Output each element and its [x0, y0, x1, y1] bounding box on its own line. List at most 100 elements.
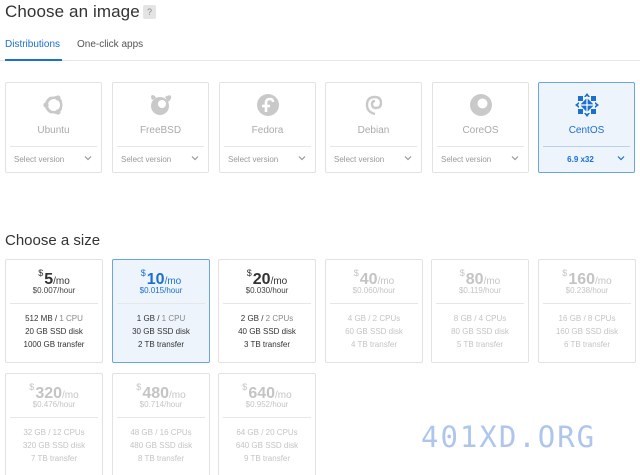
- plan-spec-label: transfer: [262, 340, 291, 349]
- plan-spec-line: 160 GB SSD disk: [539, 327, 635, 336]
- plan-spec-line: 48 GB / 16 CPUs: [130, 428, 192, 437]
- distro-card-ubuntu[interactable]: Ubuntu Select version: [5, 82, 102, 173]
- plan-spec-label: SSD disk: [263, 327, 296, 336]
- plan-spec-line: 16 GB / 8 CPUs: [558, 314, 616, 323]
- plan-spec-line: 32 GB / 12 CPUs: [23, 428, 85, 437]
- plan-hourly: $0.015/hour: [139, 286, 183, 295]
- plan-spec-value: 480 GB: [129, 441, 157, 450]
- chevron-down-icon[interactable]: [83, 153, 93, 163]
- divider: [10, 303, 98, 304]
- plan-spec-value: 8 TB: [137, 454, 155, 463]
- version-select[interactable]: Select version: [14, 155, 64, 164]
- plan-spec-value: 60 GB: [345, 327, 368, 336]
- plan-hourly: $0.952/hour: [245, 400, 289, 409]
- plan-spec-line: 512 MB / 1 CPU: [25, 314, 83, 323]
- plan-spec-label: SSD disk: [159, 441, 193, 450]
- fedora-icon: [220, 91, 315, 119]
- plan-spec-line: 6 TB transfer: [539, 340, 635, 349]
- plan-spec-label: SSD disk: [370, 327, 403, 336]
- plan-price-currency: $: [459, 268, 465, 278]
- plan-spec-value: 2 TB: [137, 340, 155, 349]
- debian-icon: [326, 91, 421, 119]
- chevron-down-icon[interactable]: [403, 153, 413, 163]
- divider: [117, 146, 204, 147]
- plan-spec-label: 4 CPUs: [478, 314, 507, 323]
- divider: [437, 146, 524, 147]
- watermark: 401XD.ORG: [421, 420, 597, 454]
- distro-name: Fedora: [251, 125, 284, 136]
- distro-card-centos[interactable]: CentOS 6.9 x32: [538, 82, 635, 173]
- plan-spec-value: 640 GB: [235, 441, 263, 450]
- plan-spec-label: SSD disk: [476, 327, 509, 336]
- divider: [10, 417, 98, 418]
- tab-distributions[interactable]: Distributions: [5, 39, 60, 50]
- plan-spec-value: 16 GB: [558, 314, 582, 323]
- version-select[interactable]: 6.9 x32: [539, 155, 622, 164]
- plan-spec-value: 6 TB: [563, 340, 581, 349]
- plan-spec-value: 512 MB: [25, 314, 53, 323]
- plan-price-currency: $: [246, 268, 252, 278]
- chevron-down-icon[interactable]: [616, 153, 626, 163]
- divider: [117, 303, 205, 304]
- distro-card-coreos[interactable]: CoreOS Select version: [432, 82, 529, 173]
- plan-card-480: $480/mo $0.714/hour 48 GB / 16 CPUs 480 GB …: [112, 373, 210, 475]
- plan-spec-value: 20 GB: [25, 327, 48, 336]
- distro-card-debian[interactable]: Debian Select version: [325, 82, 422, 173]
- plan-spec-value: 4 TB: [350, 340, 368, 349]
- plan-spec-label: 1 CPU: [161, 314, 186, 323]
- chevron-down-icon[interactable]: [297, 153, 307, 163]
- plan-spec-label: transfer: [582, 340, 611, 349]
- plan-spec-value: 64 GB: [236, 428, 259, 437]
- version-select[interactable]: Select version: [228, 155, 278, 164]
- coreos-icon: [433, 91, 528, 119]
- plan-spec-value: 40 GB: [238, 327, 261, 336]
- plan-hourly: $0.119/hour: [458, 286, 502, 295]
- plan-spec-label: 16 CPUs: [159, 428, 192, 437]
- plan-spec-value: 160 GB: [555, 327, 583, 336]
- plan-card-5[interactable]: $5/mo $0.007/hour 512 MB / 1 CPU 20 GB SSD …: [5, 259, 103, 363]
- distro-card-freebsd[interactable]: FreeBSD Select version: [112, 82, 209, 173]
- plan-price-currency: $: [29, 382, 35, 392]
- plan-spec-label: 1 CPU: [59, 314, 83, 323]
- plan-spec-label: 2 CPUs: [372, 314, 401, 323]
- plan-hourly: $0.714/hour: [139, 400, 183, 409]
- plan-price-currency: $: [38, 268, 44, 278]
- plan-spec-value: 32 GB: [23, 428, 46, 437]
- plan-spec-value: 4 GB: [347, 314, 366, 323]
- distro-name: CentOS: [568, 125, 605, 136]
- plan-spec-line: 1 GB / 1 CPU: [136, 314, 186, 323]
- plan-price-currency: $: [136, 382, 142, 392]
- image-tabs: Distributions One-click apps: [0, 36, 640, 61]
- plan-card-20[interactable]: $20/mo $0.030/hour 2 GB / 2 CPUs 40 GB SSD …: [218, 259, 316, 363]
- tab-one-click-apps[interactable]: One-click apps: [77, 39, 143, 50]
- version-select[interactable]: Select version: [441, 155, 491, 164]
- active-tab-indicator: [5, 59, 62, 61]
- plan-price-currency: $: [140, 268, 146, 278]
- plan-spec-line: 8 TB transfer: [113, 454, 209, 463]
- version-select[interactable]: Select version: [121, 155, 171, 164]
- plan-card-10[interactable]: $10/mo $0.015/hour 1 GB / 1 CPU 30 GB SSD d…: [112, 259, 210, 363]
- version-select[interactable]: Select version: [334, 155, 384, 164]
- plan-spec-label: SSD disk: [265, 441, 299, 450]
- plan-spec-label: SSD disk: [50, 327, 83, 336]
- plan-price-currency: $: [242, 382, 248, 392]
- plan-spec-label: SSD disk: [585, 327, 619, 336]
- plan-spec-line: 1000 GB transfer: [6, 340, 102, 349]
- plan-spec-line: 320 GB SSD disk: [6, 441, 102, 450]
- help-icon[interactable]: ?: [143, 5, 156, 19]
- plan-price-currency: $: [562, 268, 568, 278]
- plan-spec-label: transfer: [156, 340, 185, 349]
- plan-spec-value: 80 GB: [451, 327, 474, 336]
- freebsd-icon: [113, 91, 208, 119]
- plan-card-160: $160/mo $0.238/hour 16 GB / 8 CPUs 160 GB S…: [538, 259, 636, 363]
- plan-spec-line: 9 TB transfer: [219, 454, 315, 463]
- plan-spec-label: transfer: [49, 454, 78, 463]
- ubuntu-icon: [6, 91, 101, 119]
- centos-icon: [539, 91, 634, 119]
- chevron-down-icon[interactable]: [190, 153, 200, 163]
- distro-card-fedora[interactable]: Fedora Select version: [219, 82, 316, 173]
- plan-spec-line: 4 GB / 2 CPUs: [347, 314, 401, 323]
- divider: [224, 146, 311, 147]
- plan-spec-line: 4 TB transfer: [326, 340, 422, 349]
- chevron-down-icon[interactable]: [510, 153, 520, 163]
